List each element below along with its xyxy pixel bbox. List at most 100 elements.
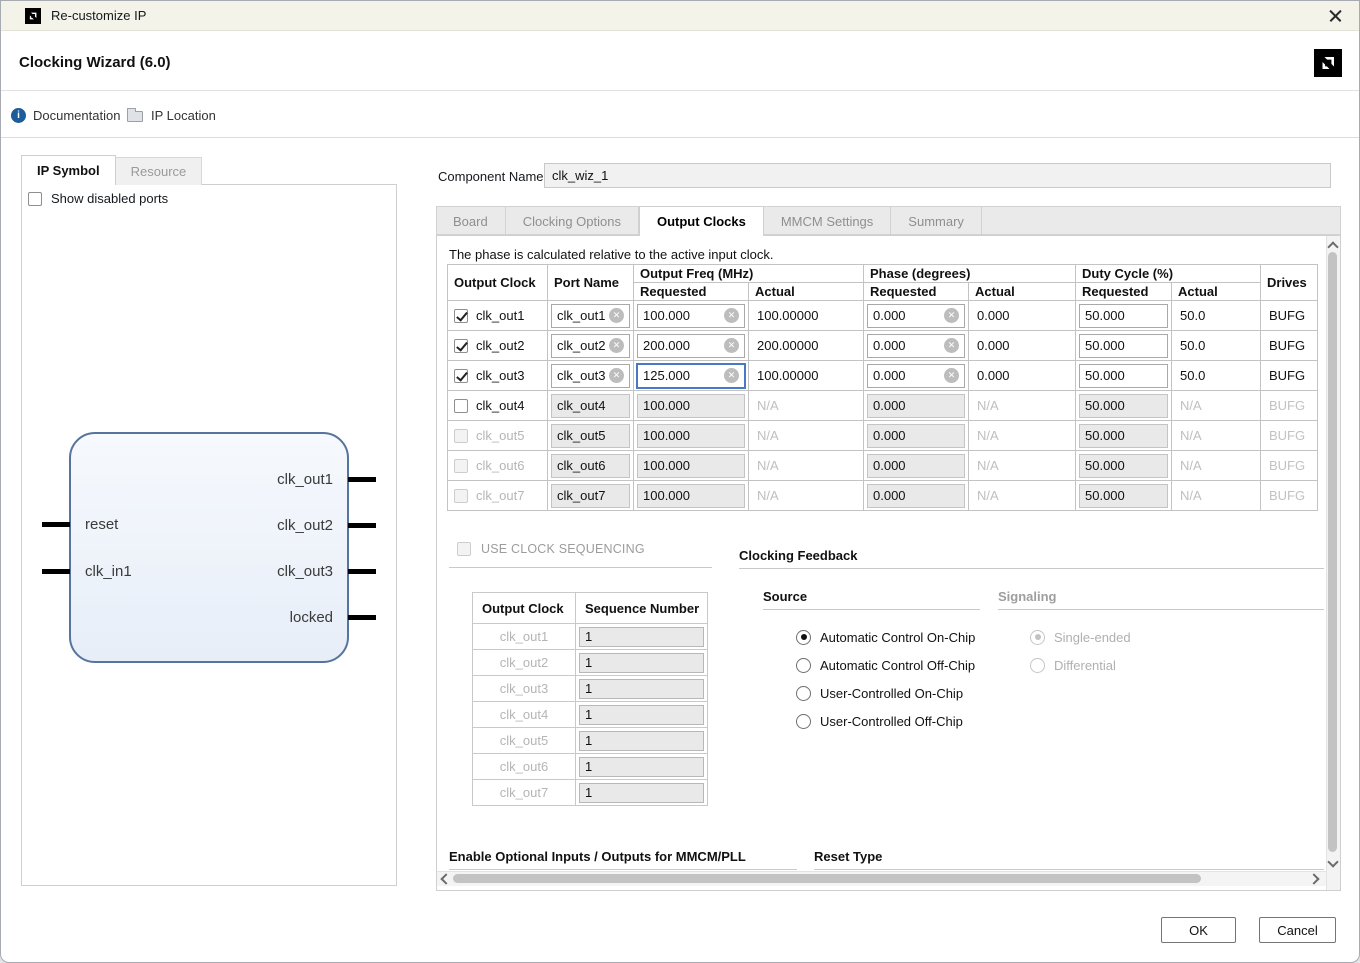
clear-icon[interactable] <box>944 308 959 323</box>
radio-automatic-control-on-chip[interactable]: Automatic Control On-Chip <box>796 627 975 647</box>
tab-mmcm-settings[interactable]: MMCM Settings <box>764 207 891 235</box>
clk_out2-phase-requested-field[interactable]: 0.000 <box>867 334 965 358</box>
clk_out3-drives-select[interactable]: BUFG <box>1261 368 1317 383</box>
phase-note: The phase is calculated relative to the … <box>449 247 773 262</box>
documentation-button[interactable]: i Documentation <box>11 106 120 124</box>
sequence-row-clk_out1: clk_out1 1 <box>473 624 708 650</box>
actual-value: N/A <box>749 458 863 473</box>
output-clock-row-clk_out3: clk_out3 clk_out3 125.000 100.00000 0.00… <box>448 361 1318 391</box>
actual-value: 0.000 <box>969 368 1075 383</box>
clear-icon[interactable] <box>944 338 959 353</box>
close-icon[interactable] <box>1325 5 1347 27</box>
title-bar: Re-customize IP <box>1 1 1359 31</box>
clk_out1-enable-checkbox[interactable] <box>454 309 468 323</box>
clk_out3-freq-requested-field[interactable]: 125.000 <box>636 363 746 389</box>
clk_out3-seq-label: clk_out3 <box>473 676 576 702</box>
clk_out3-duty-requested-field[interactable]: 50.000 <box>1079 364 1168 388</box>
clk_out1-label: clk_out1 <box>476 308 524 323</box>
clk_out7-seq-label: clk_out7 <box>473 780 576 806</box>
actual-value: 50.0 <box>1172 368 1260 383</box>
clk_in1-port-stub <box>42 569 70 574</box>
clk_out1-pin-label: clk_out1 <box>191 471 333 488</box>
output-clock-row-clk_out6: clk_out6 clk_out6 100.000 N/A 0.000 N/A … <box>448 451 1318 481</box>
radio-user-controlled-off-chip[interactable]: User-Controlled Off-Chip <box>796 711 963 731</box>
sequence-row-clk_out4: clk_out4 1 <box>473 702 708 728</box>
clk_out1-port-name-field[interactable]: clk_out1 <box>551 304 630 328</box>
clear-icon[interactable] <box>609 308 624 323</box>
clk_out2-pin-label: clk_out2 <box>191 517 333 534</box>
clk_out5-label: clk_out5 <box>476 428 524 443</box>
clk_out4-enable-checkbox[interactable] <box>454 399 468 413</box>
clk_out2-enable-checkbox[interactable] <box>454 339 468 353</box>
use-clock-sequencing-label: USE CLOCK SEQUENCING <box>481 542 645 556</box>
clk_out2-port-name-field[interactable]: clk_out2 <box>551 334 630 358</box>
ok-button[interactable]: OK <box>1161 917 1236 943</box>
clear-icon[interactable] <box>609 368 624 383</box>
cancel-button[interactable]: Cancel <box>1259 917 1336 943</box>
tab-resource[interactable]: Resource <box>116 157 203 185</box>
output-clock-row-clk_out7: clk_out7 clk_out7 100.000 N/A 0.000 N/A … <box>448 481 1318 511</box>
reset-pin-label: reset <box>85 516 118 533</box>
clk_out2-drives-select[interactable]: BUFG <box>1261 338 1317 353</box>
clk_out2-freq-requested-field[interactable]: 200.000 <box>637 334 745 358</box>
sequence-table: Output ClockSequence Number clk_out1 1 c… <box>472 592 708 806</box>
vertical-scrollbar-thumb[interactable] <box>1328 252 1337 852</box>
enable-optional-title: Enable Optional Inputs / Outputs for MMC… <box>449 849 746 864</box>
clear-icon[interactable] <box>724 368 739 383</box>
left-tab-bar: IP SymbolResource <box>21 155 202 185</box>
clk_out3-port-name-field[interactable]: clk_out3 <box>551 364 630 388</box>
clk_out3-phase-requested-field[interactable]: 0.000 <box>867 364 965 388</box>
clk_out7-drives-select: BUFG <box>1261 488 1317 503</box>
horizontal-scrollbar-thumb[interactable] <box>453 874 1201 883</box>
radio-icon[interactable] <box>796 658 811 673</box>
clk_out4-freq-requested-field: 100.000 <box>637 394 745 418</box>
component-name-value: clk_wiz_1 <box>552 168 608 183</box>
radio-icon[interactable] <box>796 686 811 701</box>
clear-icon[interactable] <box>724 338 739 353</box>
clk_out1-phase-requested-field[interactable]: 0.000 <box>867 304 965 328</box>
tab-summary[interactable]: Summary <box>891 207 982 235</box>
show-disabled-ports-checkbox[interactable] <box>28 192 42 206</box>
ip-location-button[interactable]: IP Location <box>127 106 216 124</box>
clear-icon[interactable] <box>609 338 624 353</box>
clk_out2-label: clk_out2 <box>476 338 524 353</box>
tab-clocking-options[interactable]: Clocking Options <box>506 207 639 235</box>
radio-single-ended: Single-ended <box>1030 627 1131 647</box>
clk_out1-drives-select[interactable]: BUFG <box>1261 308 1317 323</box>
actual-value: N/A <box>749 488 863 503</box>
radio-automatic-control-off-chip[interactable]: Automatic Control Off-Chip <box>796 655 975 675</box>
actual-value: 0.000 <box>969 338 1075 353</box>
tab-ip-symbol[interactable]: IP Symbol <box>21 155 116 185</box>
radio-icon[interactable] <box>796 630 811 645</box>
actual-value: N/A <box>969 488 1075 503</box>
tab-board[interactable]: Board <box>436 207 506 235</box>
clk_out5-phase-requested-field: 0.000 <box>867 424 965 448</box>
clk_out2-seq-label: clk_out2 <box>473 650 576 676</box>
signaling-title: Signaling <box>998 589 1057 604</box>
xilinx-logo-icon <box>1314 49 1342 77</box>
clk_out4-drives-select: BUFG <box>1261 398 1317 413</box>
clk_out3-port-stub <box>348 569 376 574</box>
divider <box>1 90 1359 91</box>
divider <box>449 869 797 870</box>
tab-output-clocks[interactable]: Output Clocks <box>639 206 764 236</box>
clk_out1-duty-requested-field[interactable]: 50.000 <box>1079 304 1168 328</box>
clk_out3-enable-checkbox[interactable] <box>454 369 468 383</box>
clk_out7-enable-checkbox <box>454 489 468 503</box>
radio-user-controlled-on-chip[interactable]: User-Controlled On-Chip <box>796 683 963 703</box>
clk_out2-sequence-field: 1 <box>579 653 704 673</box>
clk_out6-sequence-field: 1 <box>579 757 704 777</box>
show-disabled-ports[interactable]: Show disabled ports <box>28 191 168 206</box>
clk_out1-freq-requested-field[interactable]: 100.000 <box>637 304 745 328</box>
output-clock-row-clk_out5: clk_out5 clk_out5 100.000 N/A 0.000 N/A … <box>448 421 1318 451</box>
divider <box>998 609 1324 610</box>
radio-label: Differential <box>1054 658 1116 673</box>
clear-icon[interactable] <box>944 368 959 383</box>
clk_out2-duty-requested-field[interactable]: 50.000 <box>1079 334 1168 358</box>
clk_out4-phase-requested-field: 0.000 <box>867 394 965 418</box>
clear-icon[interactable] <box>724 308 739 323</box>
clk_out6-enable-checkbox <box>454 459 468 473</box>
actual-value: N/A <box>1172 458 1260 473</box>
clk_out7-sequence-field: 1 <box>579 783 704 803</box>
radio-icon[interactable] <box>796 714 811 729</box>
